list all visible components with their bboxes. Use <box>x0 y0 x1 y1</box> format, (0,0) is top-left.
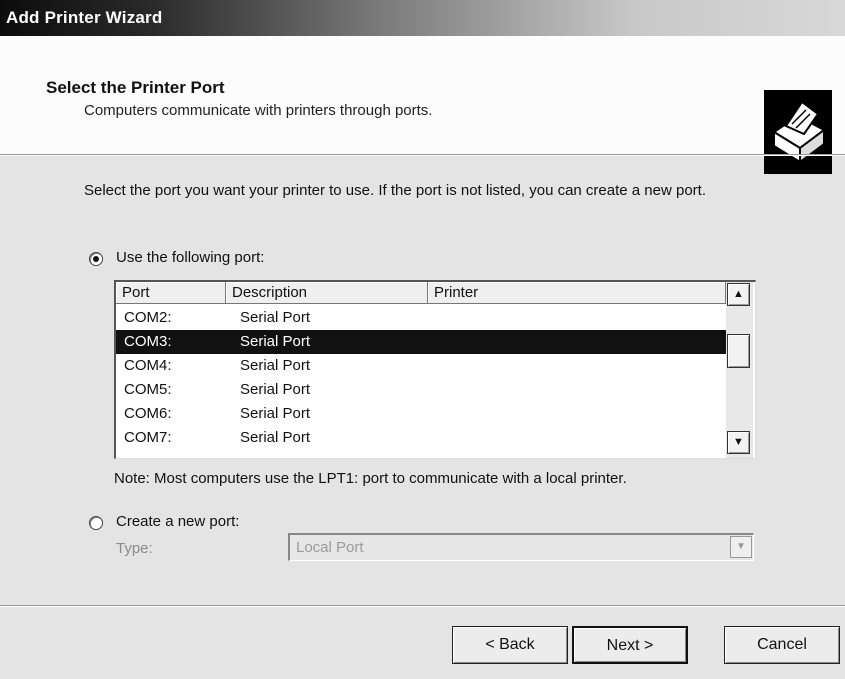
next-button[interactable]: Next > <box>572 626 688 664</box>
port-list[interactable]: Port Description Printer COM2: Serial Po… <box>114 280 756 459</box>
port-type-value: Local Port <box>296 539 364 556</box>
scroll-down-button[interactable]: ▼ <box>727 431 750 454</box>
page-subtitle: Computers communicate with printers thro… <box>84 102 433 119</box>
scroll-thumb[interactable] <box>727 334 750 368</box>
page-title: Select the Printer Port <box>46 78 225 97</box>
port-row-com2[interactable]: COM2: Serial Port <box>116 306 726 330</box>
port-description: Serial Port <box>240 381 311 398</box>
scroll-up-button[interactable]: ▲ <box>727 283 750 306</box>
column-header-printer[interactable]: Printer <box>428 282 726 304</box>
port-type-dropdown[interactable]: Local Port ▼ <box>288 533 754 561</box>
lpt1-note: Note: Most computers use the LPT1: port … <box>114 470 627 487</box>
use-following-port-label: Use the following port: <box>116 249 265 266</box>
create-new-port-label: Create a new port: <box>116 513 240 530</box>
triangle-up-icon: ▲ <box>733 288 744 300</box>
port-description: Serial Port <box>240 429 311 446</box>
back-button[interactable]: < Back <box>452 626 568 664</box>
port-description: Serial Port <box>240 357 311 374</box>
column-header-port[interactable]: Port <box>116 282 226 304</box>
cancel-button[interactable]: Cancel <box>724 626 840 664</box>
port-name: COM2: <box>124 309 172 326</box>
port-list-header: Port Description Printer <box>116 282 726 306</box>
port-row-com7[interactable]: COM7: Serial Port <box>116 426 726 450</box>
chevron-down-icon[interactable]: ▼ <box>730 536 752 558</box>
port-row-com5[interactable]: COM5: Serial Port <box>116 378 726 402</box>
window-title: Add Printer Wizard <box>6 8 163 27</box>
port-description: Serial Port <box>240 405 311 422</box>
port-list-scrollbar[interactable]: ▲ ▼ <box>726 282 753 458</box>
port-type-label: Type: <box>116 540 153 557</box>
radio-selected-dot <box>93 256 99 262</box>
create-new-port-radio[interactable] <box>89 516 103 530</box>
port-description: Serial Port <box>240 309 311 326</box>
column-header-description[interactable]: Description <box>226 282 428 304</box>
use-following-port-radio[interactable] <box>89 252 103 266</box>
footer-separator <box>0 605 845 607</box>
port-name: COM5: <box>124 381 172 398</box>
port-row-com6[interactable]: COM6: Serial Port <box>116 402 726 426</box>
port-description: Serial Port <box>240 333 311 350</box>
instructions-text: Select the port you want your printer to… <box>84 182 707 199</box>
port-name: COM3: <box>124 333 172 350</box>
port-name: COM7: <box>124 429 172 446</box>
title-bar: Add Printer Wizard <box>0 0 845 36</box>
printer-icon <box>764 90 832 174</box>
header-separator <box>0 154 845 156</box>
triangle-down-icon: ▼ <box>733 436 744 448</box>
port-name: COM4: <box>124 357 172 374</box>
port-name: COM6: <box>124 405 172 422</box>
port-row-com4[interactable]: COM4: Serial Port <box>116 354 726 378</box>
port-row-com3[interactable]: COM3: Serial Port <box>116 330 726 354</box>
wizard-header: Select the Printer Port Computers commun… <box>0 36 845 174</box>
